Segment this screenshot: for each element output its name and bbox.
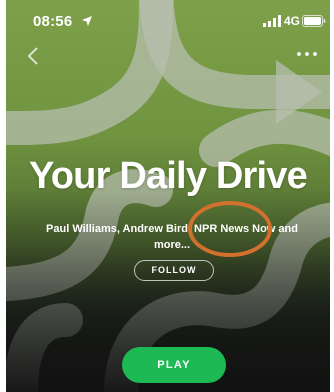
signal-bars-icon xyxy=(263,15,281,27)
location-arrow-icon xyxy=(82,16,92,26)
status-bar: 08:56 4G xyxy=(6,0,330,40)
chevron-left-icon[interactable] xyxy=(26,46,40,66)
playlist-title: Your Daily Drive xyxy=(29,155,308,197)
play-button[interactable]: PLAY xyxy=(122,347,226,383)
playlist-artists: Paul Williams, Andrew Bird, NPR News Now… xyxy=(46,223,298,251)
network-type: 4G xyxy=(284,14,301,28)
follow-button[interactable]: FOLLOW xyxy=(134,260,214,281)
more-horizontal-icon[interactable] xyxy=(296,50,318,58)
battery-icon xyxy=(302,15,326,27)
status-time: 08:56 xyxy=(33,13,73,30)
playlist-screen: 08:56 4G Your Daily Drive Paul Williams,… xyxy=(0,0,334,392)
